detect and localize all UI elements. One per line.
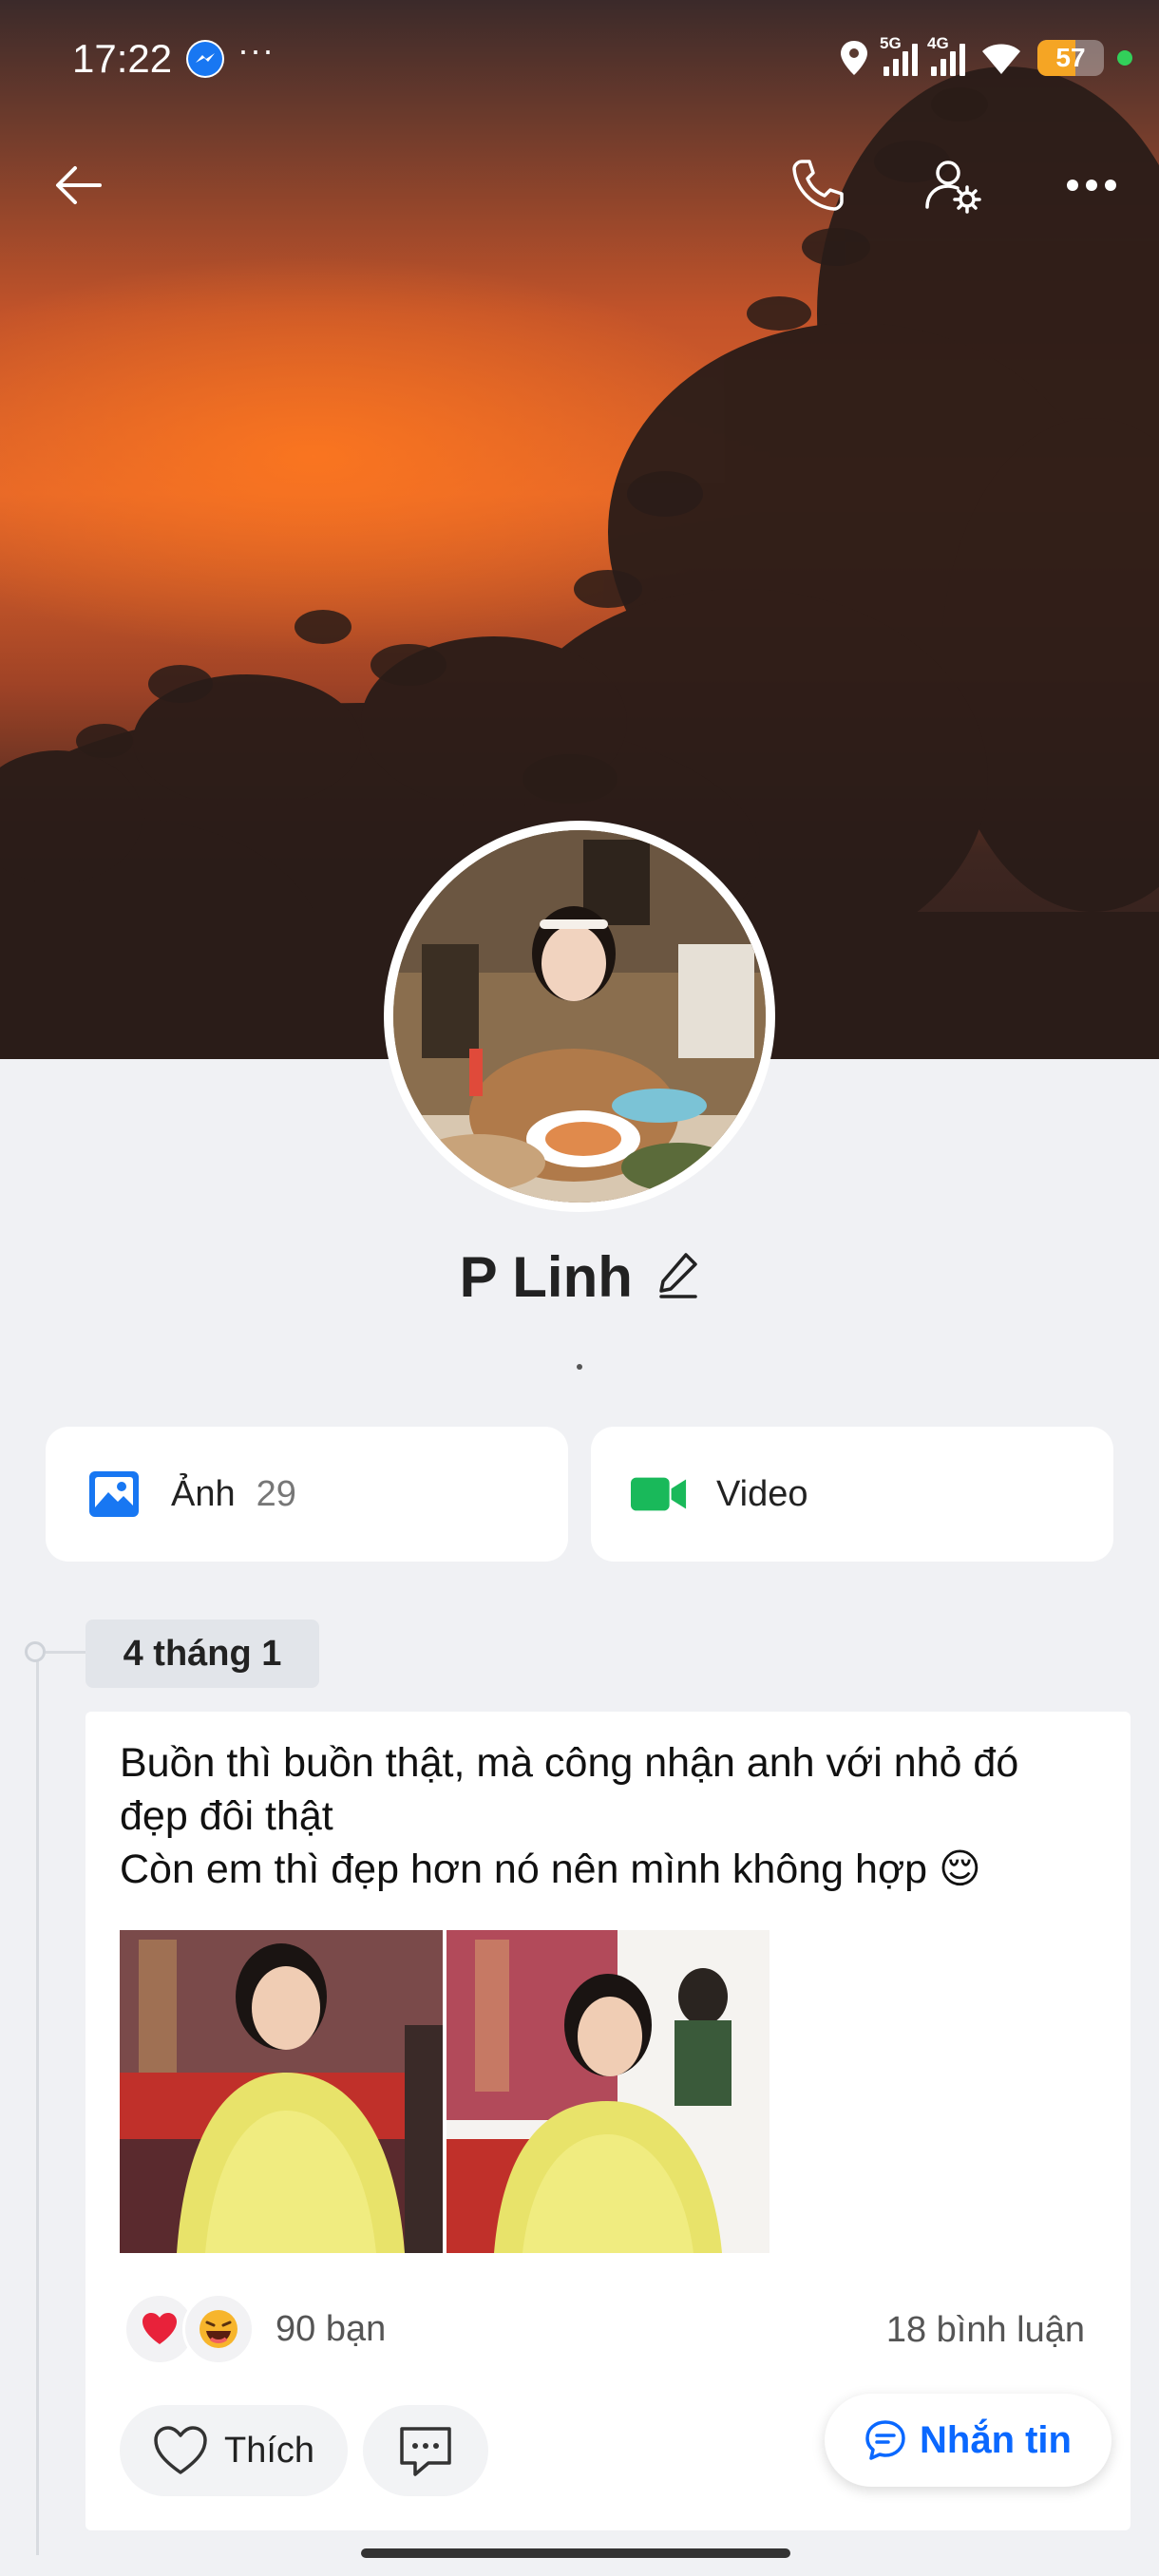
privacy-indicator-dot bbox=[1117, 50, 1132, 66]
phone-icon bbox=[792, 160, 844, 211]
timeline-date-tag: 4 tháng 1 bbox=[86, 1619, 319, 1688]
photos-label: Ảnh bbox=[171, 1473, 236, 1514]
signal-4g-icon: 4G bbox=[927, 34, 965, 76]
avatar[interactable] bbox=[393, 830, 766, 1203]
heart-outline-icon bbox=[154, 2426, 207, 2474]
photos-card[interactable]: Ảnh 29 bbox=[46, 1427, 568, 1562]
battery-indicator: 57 bbox=[1037, 40, 1104, 76]
comment-button[interactable] bbox=[363, 2405, 488, 2496]
post-text-line: đẹp đôi thật bbox=[120, 1793, 333, 1839]
more-notifications-icon: ··· bbox=[238, 30, 275, 69]
pencil-icon bbox=[659, 1253, 698, 1298]
location-icon bbox=[841, 41, 867, 75]
back-button[interactable] bbox=[36, 142, 122, 228]
reaction-summary[interactable]: 90 bạn bbox=[124, 2293, 387, 2365]
profile-status-text: . bbox=[577, 1364, 582, 1370]
post-photo-2[interactable] bbox=[446, 1930, 770, 2253]
status-bar: 17:22 ··· 5G 4G 57 bbox=[0, 0, 1159, 123]
send-message-label: Nhắn tin bbox=[920, 2418, 1072, 2461]
timeline-node bbox=[25, 1641, 46, 1662]
timeline-line bbox=[36, 1643, 39, 2555]
video-label: Video bbox=[716, 1473, 808, 1514]
post-text: Buồn thì buồn thật, mà công nhận anh với… bbox=[120, 1736, 1098, 1896]
post-photo-1[interactable] bbox=[120, 1930, 443, 2253]
laugh-reaction-icon bbox=[182, 2293, 255, 2365]
top-navigation bbox=[0, 142, 1159, 237]
comment-bubble-icon bbox=[400, 2427, 451, 2476]
profile-settings-button[interactable] bbox=[910, 142, 996, 228]
like-label: Thích bbox=[224, 2430, 315, 2471]
timeline-connector bbox=[46, 1651, 87, 1654]
like-button[interactable]: Thích bbox=[120, 2405, 348, 2496]
clock: 17:22 bbox=[72, 36, 173, 81]
avatar-photo-image bbox=[393, 830, 766, 1203]
avatar-frame[interactable] bbox=[384, 821, 775, 1212]
chat-bubble-icon bbox=[865, 2420, 905, 2460]
more-horizontal-icon bbox=[1067, 180, 1116, 191]
post-photo-1-image bbox=[120, 1930, 443, 2253]
post-photo-2-image bbox=[446, 1930, 770, 2253]
signal-5g-icon: 5G bbox=[880, 34, 918, 76]
back-arrow-icon bbox=[56, 166, 102, 204]
videos-card[interactable]: Video bbox=[591, 1427, 1113, 1562]
photo-icon bbox=[86, 1466, 142, 1523]
video-camera-icon bbox=[631, 1466, 688, 1523]
send-message-button[interactable]: Nhắn tin bbox=[825, 2394, 1112, 2487]
wifi-icon bbox=[982, 44, 1020, 74]
call-button[interactable] bbox=[775, 142, 861, 228]
post-text-line: Buồn thì buồn thật, mà công nhận anh với… bbox=[120, 1740, 1019, 1786]
profile-name-row: P Linh bbox=[0, 1244, 1159, 1310]
status-icons: 5G 4G 57 bbox=[838, 34, 1132, 82]
messenger-notification-icon bbox=[186, 40, 224, 78]
more-options-button[interactable] bbox=[1049, 142, 1134, 228]
user-settings-icon bbox=[925, 161, 981, 214]
edit-name-button[interactable] bbox=[657, 1251, 699, 1303]
profile-name: P Linh bbox=[459, 1245, 633, 1309]
post-text-line: Còn em thì đẹp hơn nó nên mình không hợp… bbox=[120, 1847, 981, 1892]
comment-count[interactable]: 18 bình luận bbox=[886, 2310, 1085, 2351]
home-indicator[interactable] bbox=[361, 2548, 790, 2558]
reaction-count: 90 bạn bbox=[276, 2308, 387, 2349]
photos-count: 29 bbox=[256, 1473, 296, 1514]
